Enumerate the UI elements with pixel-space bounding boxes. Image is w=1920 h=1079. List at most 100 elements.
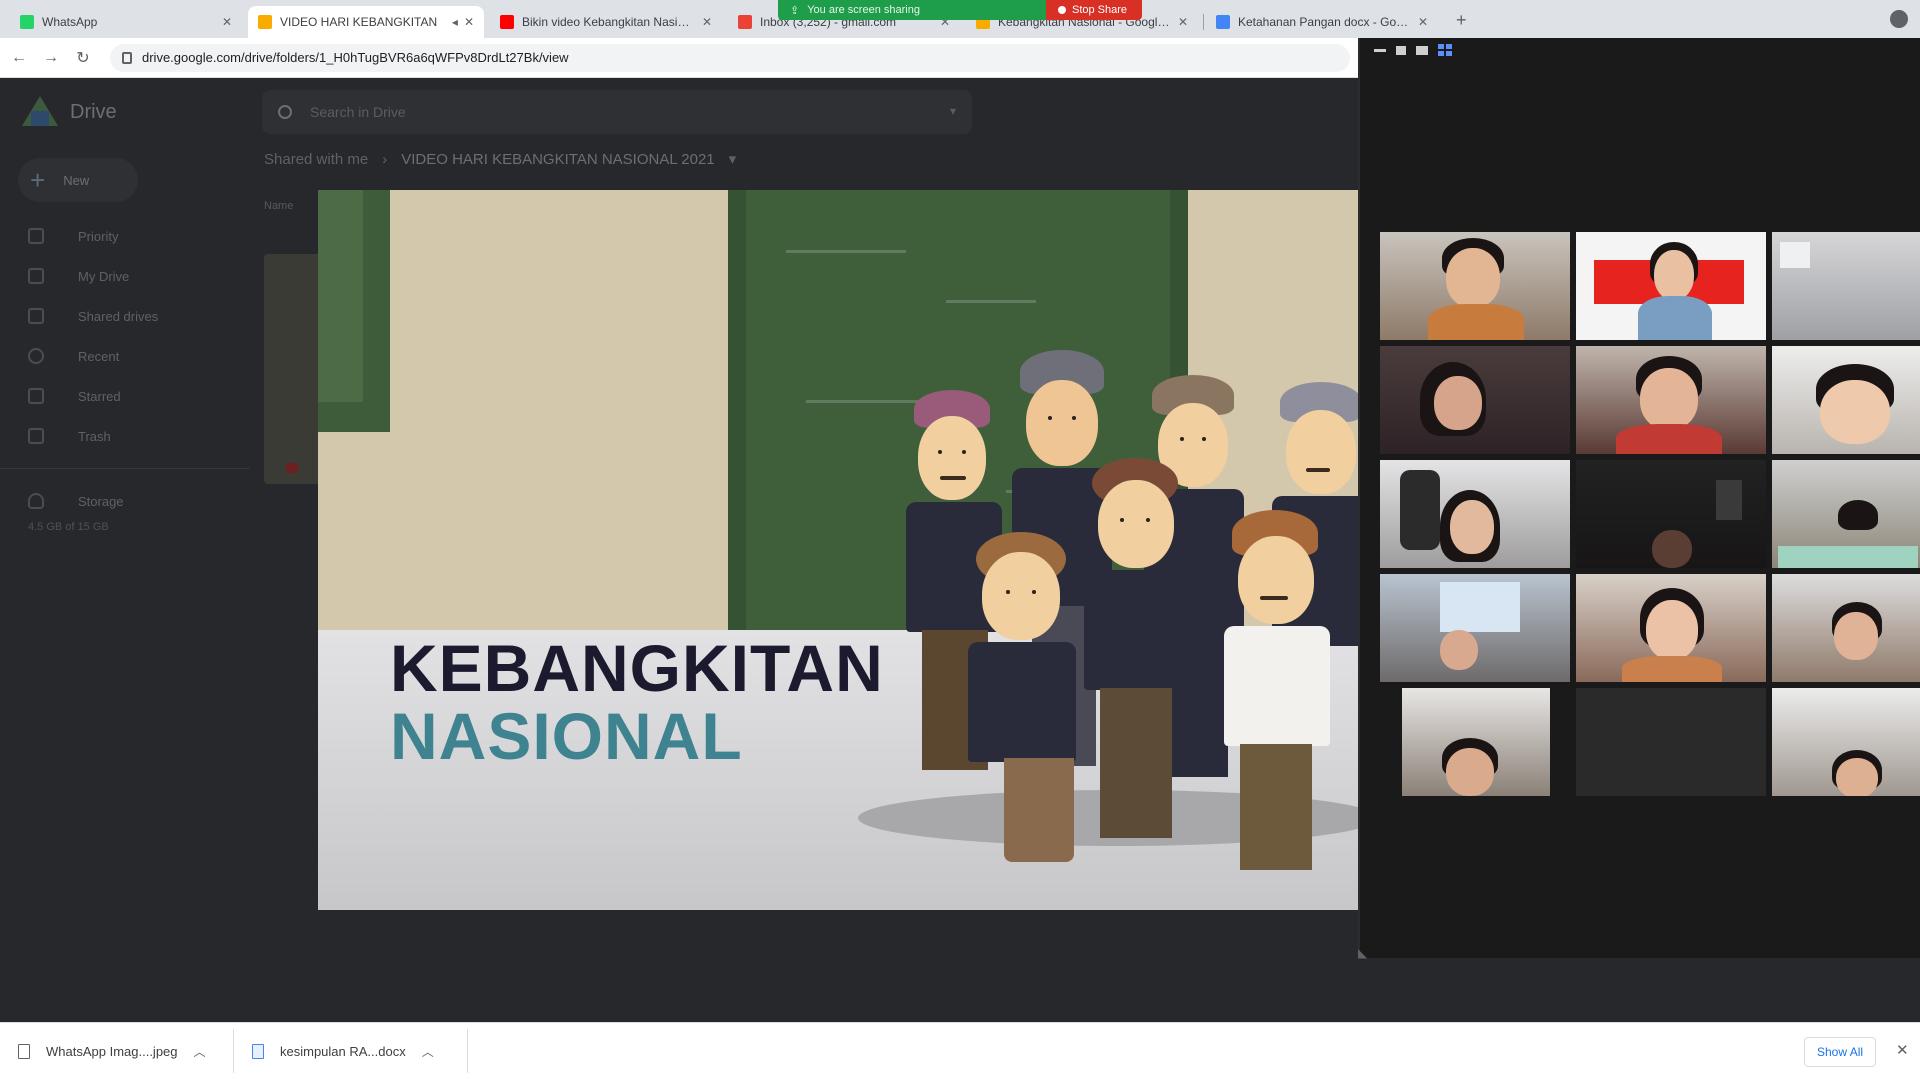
- sidebar-divider: [0, 468, 250, 469]
- breadcrumb-root[interactable]: Shared with me: [264, 151, 368, 168]
- participant-tile-13[interactable]: [1402, 688, 1550, 796]
- file-thumbnail[interactable]: [264, 254, 324, 484]
- sidebar-item-starred[interactable]: Starred: [0, 376, 250, 416]
- chevron-right-icon: ›: [382, 150, 388, 168]
- wall-panel: [318, 190, 390, 432]
- participant-tile-15[interactable]: [1772, 688, 1920, 796]
- share-status-text: You are screen sharing: [807, 4, 920, 16]
- stop-share-button[interactable]: Stop Share: [1046, 0, 1142, 20]
- doc-file-icon: [252, 1043, 264, 1059]
- participant-tile-2-active-speaker[interactable]: [1576, 232, 1766, 340]
- tab-youtube[interactable]: Bikin video Kebangkitan Nasional ✕: [490, 6, 722, 38]
- participant-tile-8[interactable]: [1576, 460, 1766, 568]
- download-file-name: WhatsApp Imag....jpeg: [46, 1043, 178, 1059]
- my-drive-icon: [28, 268, 44, 284]
- resize-handle-icon[interactable]: ◣: [1358, 946, 1367, 960]
- zoom-window-controls: [1374, 44, 1452, 56]
- drive-sidebar: Priority My Drive Shared drives Recent S…: [0, 216, 250, 533]
- tab-whatsapp[interactable]: WhatsApp ✕: [10, 6, 242, 38]
- download-shelf: WhatsApp Imag....jpeg ︿ kesimpulan RA...…: [0, 1022, 1920, 1079]
- slide-title-line2: NASIONAL: [390, 699, 743, 773]
- drive-search-input[interactable]: Search in Drive ▾: [262, 90, 972, 134]
- youtube-icon: [500, 15, 514, 29]
- search-placeholder: Search in Drive: [310, 104, 406, 120]
- download-item-1[interactable]: WhatsApp Imag....jpeg ︿: [0, 1029, 234, 1073]
- google-drive-logo-icon: [22, 96, 58, 128]
- sidebar-item-label: My Drive: [78, 268, 130, 284]
- participant-tile-10[interactable]: [1380, 574, 1570, 682]
- forward-arrow-icon[interactable]: →: [38, 49, 64, 67]
- sidebar-item-label: Priority: [78, 228, 119, 244]
- close-icon[interactable]: ✕: [702, 15, 712, 29]
- whatsapp-icon: [20, 15, 34, 29]
- sidebar-item-my-drive[interactable]: My Drive: [0, 256, 250, 296]
- recent-icon: [28, 348, 44, 364]
- participant-tile-6[interactable]: [1772, 346, 1920, 454]
- trash-icon: [28, 428, 44, 444]
- back-arrow-icon[interactable]: ←: [6, 49, 32, 67]
- new-tab-button[interactable]: +: [1456, 10, 1467, 31]
- tab-google-docs[interactable]: Ketahanan Pangan docx - Goo... ✕: [1206, 6, 1438, 38]
- priority-icon: [28, 228, 44, 244]
- close-icon[interactable]: ✕: [1418, 15, 1428, 29]
- stop-share-label: Stop Share: [1072, 4, 1128, 16]
- lock-icon[interactable]: [122, 51, 132, 64]
- shared-drives-icon: [28, 308, 44, 324]
- close-icon[interactable]: ✕: [222, 15, 232, 29]
- figure-woman-1: [958, 532, 1088, 862]
- participant-tile-7[interactable]: [1380, 460, 1570, 568]
- cloud-icon: [28, 493, 44, 509]
- minimize-icon[interactable]: [1374, 48, 1386, 52]
- sidebar-item-shared-drives[interactable]: Shared drives: [0, 296, 250, 336]
- reload-icon[interactable]: ↻: [70, 48, 96, 68]
- breadcrumb: Shared with me › VIDEO HARI KEBANGKITAN …: [264, 150, 737, 169]
- profile-icon[interactable]: [1890, 10, 1908, 28]
- strip-view-icon[interactable]: [1416, 45, 1428, 55]
- figure-man-white-shirt: [1218, 510, 1338, 870]
- drive-header: Drive: [22, 96, 117, 128]
- tab-title: WhatsApp: [42, 15, 98, 29]
- storage-usage-text: 4.5 GB of 15 GB: [28, 521, 109, 533]
- participant-tile-5[interactable]: [1576, 346, 1766, 454]
- gmail-icon: [738, 15, 752, 29]
- address-bar[interactable]: drive.google.com/drive/folders/1_H0hTugB…: [110, 43, 1350, 72]
- new-button[interactable]: + New: [18, 158, 138, 202]
- participant-tile-12[interactable]: [1772, 574, 1920, 682]
- share-status[interactable]: ⇪ You are screen sharing: [778, 0, 1046, 20]
- sidebar-item-priority[interactable]: Priority: [0, 216, 250, 256]
- close-icon[interactable]: ✕: [1896, 1041, 1909, 1059]
- close-icon[interactable]: ✕: [464, 15, 474, 29]
- chevron-down-icon[interactable]: ▾: [950, 104, 956, 118]
- chevron-up-icon[interactable]: ︿: [194, 1043, 206, 1060]
- video-player[interactable]: KEBANGKITAN NASIONAL: [318, 190, 1358, 910]
- tab-title: Bikin video Kebangkitan Nasional: [522, 15, 696, 29]
- participant-tile-4[interactable]: [1380, 346, 1570, 454]
- figure-man-center: [1078, 458, 1198, 838]
- participant-tile-3[interactable]: [1772, 232, 1920, 340]
- sidebar-item-trash[interactable]: Trash: [0, 416, 250, 456]
- participant-tile-9[interactable]: [1772, 460, 1920, 568]
- show-all-downloads-button[interactable]: Show All: [1804, 1037, 1877, 1067]
- participant-tile-1[interactable]: [1380, 232, 1570, 340]
- tab-title: Ketahanan Pangan docx - Goo...: [1238, 15, 1412, 29]
- sort-label[interactable]: Name: [264, 200, 293, 212]
- screen-share-bar: ⇪ You are screen sharing Stop Share: [778, 0, 1142, 20]
- sidebar-item-label: Shared drives: [78, 308, 159, 324]
- sidebar-item-label: Trash: [78, 428, 111, 444]
- sidebar-item-recent[interactable]: Recent: [0, 336, 250, 376]
- speaker-view-icon[interactable]: [1396, 45, 1406, 55]
- download-item-2[interactable]: kesimpulan RA...docx ︿: [234, 1029, 468, 1073]
- participant-tile-11[interactable]: [1576, 574, 1766, 682]
- image-file-icon: [18, 1043, 30, 1059]
- plus-icon: +: [30, 164, 46, 195]
- tab-title: VIDEO HARI KEBANGKITAN: [280, 15, 438, 29]
- chevron-down-icon[interactable]: ▾: [729, 150, 737, 168]
- sidebar-item-storage[interactable]: Storage: [0, 481, 250, 521]
- gallery-view-icon[interactable]: [1438, 44, 1452, 56]
- drive-app-name: Drive: [70, 100, 117, 123]
- tab-drive-video[interactable]: VIDEO HARI KEBANGKITAN ◂ ✕: [248, 6, 484, 38]
- close-icon[interactable]: ✕: [1178, 15, 1188, 29]
- participant-tile-14[interactable]: [1576, 688, 1766, 796]
- chevron-up-icon[interactable]: ︿: [422, 1043, 434, 1060]
- breadcrumb-current[interactable]: VIDEO HARI KEBANGKITAN NASIONAL 2021: [401, 151, 714, 168]
